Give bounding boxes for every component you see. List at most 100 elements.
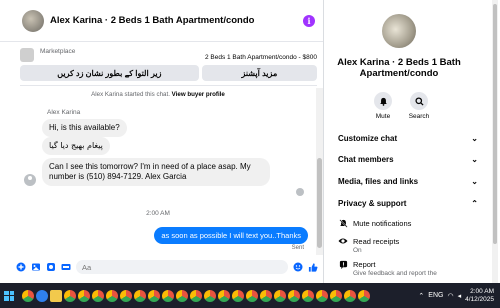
system-tray: ⌃ ENG ◠ ◂ 2:00 AM 4/12/2025: [418, 288, 500, 304]
chrome-icon[interactable]: [316, 289, 328, 302]
mute-label: Mute: [375, 113, 391, 120]
bell-off-icon: [338, 219, 348, 230]
panel-title: Alex Karina · 2 Beds 1 Bath Apartment/co…: [337, 57, 461, 79]
chat-avatar[interactable]: [22, 9, 44, 32]
chrome-icon[interactable]: [176, 289, 188, 302]
chrome-icon[interactable]: [64, 289, 76, 302]
info-icon[interactable]: i: [303, 14, 315, 27]
privacy-support-section[interactable]: Privacy & support ⌃: [338, 193, 478, 213]
marketplace-icon: [20, 48, 34, 62]
panel-scrollbar[interactable]: [492, 0, 498, 283]
chat-members-section[interactable]: Chat members ⌄: [338, 149, 478, 169]
scrollbar-thumb[interactable]: [493, 4, 497, 244]
mute-button[interactable]: Mute: [368, 92, 398, 120]
option-status: On: [353, 247, 362, 254]
chrome-icon[interactable]: [218, 289, 230, 302]
chrome-icon[interactable]: [148, 289, 160, 302]
gif-icon[interactable]: [61, 262, 71, 272]
bell-icon: [374, 92, 392, 110]
chrome-icon[interactable]: [22, 289, 34, 302]
option-description: Give feedback and report the: [353, 270, 437, 277]
view-buyer-profile-link[interactable]: View buyer profile: [172, 91, 225, 98]
plus-icon[interactable]: [16, 262, 26, 272]
option-label: Report: [353, 260, 376, 269]
outgoing-message[interactable]: as soon as possible I will text you..Tha…: [154, 227, 308, 244]
listing-title[interactable]: 2 Beds 1 Bath Apartment/condo - $800: [205, 54, 317, 61]
volume-icon[interactable]: ◂: [458, 292, 462, 300]
message-timestamp: 2:00 AM: [146, 210, 170, 217]
chevron-down-icon: ⌄: [471, 154, 478, 164]
media-files-links-section[interactable]: Media, files and links ⌄: [338, 171, 478, 191]
marketplace-label: Marketplace: [40, 48, 76, 55]
customize-chat-section[interactable]: Customize chat ⌄: [338, 128, 478, 148]
search-button[interactable]: Search: [404, 92, 434, 120]
scrollbar-thumb[interactable]: [317, 158, 322, 248]
report-option[interactable]: Report Give feedback and report the: [338, 260, 478, 277]
section-label: Chat members: [338, 154, 394, 164]
clock-date: 4/12/2025: [465, 295, 494, 303]
like-icon[interactable]: [308, 262, 318, 272]
taskbar-apps: [20, 289, 370, 302]
language-indicator[interactable]: ENG: [428, 292, 443, 299]
mute-notifications-option[interactable]: Mute notifications: [338, 219, 478, 230]
windows-taskbar: ⌃ ENG ◠ ◂ 2:00 AM 4/12/2025: [0, 283, 500, 308]
read-receipts-option[interactable]: Read receipts On: [338, 237, 478, 254]
chrome-icon[interactable]: [288, 289, 300, 302]
chrome-icon[interactable]: [358, 289, 370, 302]
chat-title[interactable]: Alex Karina · 2 Beds 1 Bath Apartment/co…: [50, 15, 303, 26]
chrome-icon[interactable]: [134, 289, 146, 302]
search-icon: [410, 92, 428, 110]
incoming-message[interactable]: Can I see this tomorrow? I'm in need of …: [42, 158, 270, 186]
chevron-down-icon: ⌄: [471, 133, 478, 143]
chrome-icon[interactable]: [344, 289, 356, 302]
chrome-icon[interactable]: [274, 289, 286, 302]
photo-icon[interactable]: [31, 262, 41, 272]
chat-started-notice: Alex Karina started this chat. View buye…: [0, 91, 316, 98]
chrome-icon[interactable]: [260, 289, 272, 302]
chat-header: Alex Karina · 2 Beds 1 Bath Apartment/co…: [0, 0, 323, 42]
chat-info-panel: Alex Karina · 2 Beds 1 Bath Apartment/co…: [325, 0, 500, 283]
chrome-icon[interactable]: [232, 289, 244, 302]
sticker-icon[interactable]: [46, 262, 56, 272]
chrome-icon[interactable]: [92, 289, 104, 302]
chrome-icon[interactable]: [302, 289, 314, 302]
chrome-icon[interactable]: [162, 289, 174, 302]
eye-icon: [338, 237, 348, 247]
message-input[interactable]: [76, 260, 288, 274]
emoji-icon[interactable]: [293, 262, 303, 272]
windows-start-icon[interactable]: [4, 290, 14, 301]
chat-scrollbar[interactable]: [316, 88, 323, 255]
chrome-icon[interactable]: [204, 289, 216, 302]
chrome-icon[interactable]: [120, 289, 132, 302]
file-explorer-icon[interactable]: [50, 289, 62, 302]
wifi-icon[interactable]: ◠: [447, 292, 453, 300]
clock-time: 2:00 AM: [470, 287, 494, 295]
sender-name: Alex Karina: [47, 109, 81, 116]
chevron-up-icon[interactable]: ⌃: [418, 292, 424, 300]
report-icon: [338, 260, 348, 271]
mark-pending-button[interactable]: زیر التوا کے بطور نشان زد کریں: [20, 65, 199, 81]
section-label: Privacy & support: [338, 198, 407, 208]
more-options-button[interactable]: مزید آپشنز: [201, 65, 317, 81]
incoming-message[interactable]: پیغام بھیج دیا گیا: [42, 137, 110, 155]
sender-avatar[interactable]: [24, 174, 36, 186]
sent-status: Sent: [291, 245, 304, 251]
chrome-icon[interactable]: [330, 289, 342, 302]
chat-pane: Alex Karina · 2 Beds 1 Bath Apartment/co…: [0, 0, 324, 283]
chevron-down-icon: ⌄: [471, 176, 478, 186]
marketplace-banner: Marketplace 2 Beds 1 Bath Apartment/cond…: [0, 42, 323, 86]
edge-browser-icon[interactable]: [36, 289, 48, 302]
profile-avatar[interactable]: [382, 14, 416, 48]
incoming-message[interactable]: Hi, is this available?: [42, 119, 127, 137]
chat-started-text: Alex Karina started this chat.: [91, 91, 170, 98]
chrome-icon[interactable]: [190, 289, 202, 302]
message-composer: [0, 256, 324, 278]
chrome-icon[interactable]: [246, 289, 258, 302]
option-label: Read receipts: [353, 237, 400, 246]
chevron-up-icon: ⌃: [471, 198, 478, 208]
chrome-icon[interactable]: [106, 289, 118, 302]
clock[interactable]: 2:00 AM 4/12/2025: [465, 288, 494, 304]
message-list: Alex Karina started this chat. View buye…: [0, 88, 316, 255]
chrome-icon[interactable]: [78, 289, 90, 302]
search-label: Search: [408, 113, 430, 120]
